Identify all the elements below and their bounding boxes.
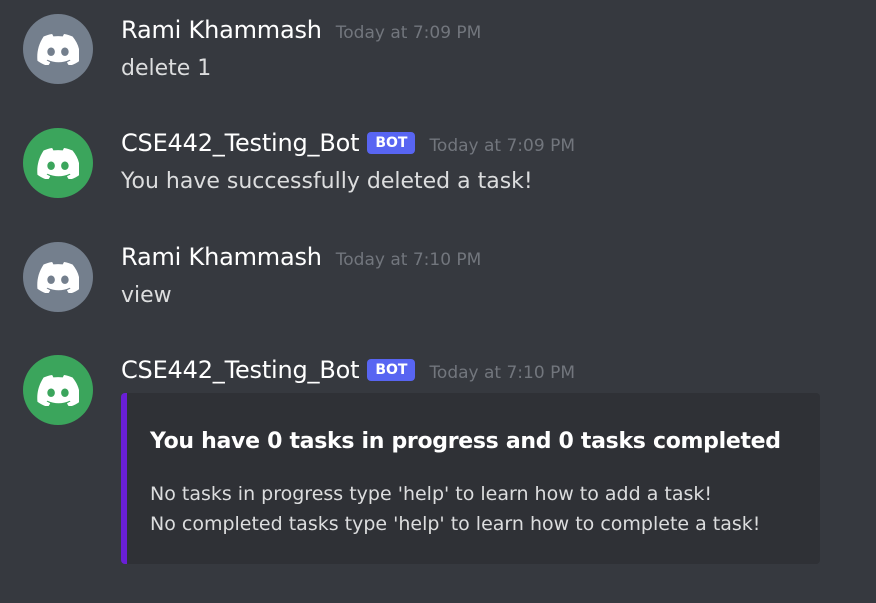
timestamp: Today at 7:09 PM [429,136,575,156]
discord-logo-icon [37,34,79,65]
message-header: CSE442_Testing_Bot BOT Today at 7:10 PM [121,356,575,385]
message-header: Rami Khammash Today at 7:10 PM [121,243,481,271]
discord-logo-icon [37,375,79,406]
embed-title: You have 0 tasks in progress and 0 tasks… [150,429,781,454]
avatar[interactable] [23,14,93,84]
message-header: Rami Khammash Today at 7:09 PM [121,16,481,44]
avatar[interactable] [23,355,93,425]
username[interactable]: CSE442_Testing_Bot [121,356,360,384]
message-header: CSE442_Testing_Bot BOT Today at 7:09 PM [121,129,575,158]
bot-badge: BOT [367,359,416,381]
username[interactable]: CSE442_Testing_Bot [121,129,360,157]
avatar[interactable] [23,242,93,312]
avatar[interactable] [23,128,93,198]
timestamp: Today at 7:10 PM [429,363,575,383]
discord-logo-icon [37,148,79,179]
message-text: delete 1 [121,56,212,81]
timestamp: Today at 7:10 PM [335,250,482,270]
timestamp: Today at 7:09 PM [335,23,482,43]
username[interactable]: Rami Khammash [121,16,322,44]
task-embed: You have 0 tasks in progress and 0 tasks… [121,393,820,564]
message-text: view [121,283,172,308]
embed-description: No tasks in progress type 'help' to lear… [150,479,760,539]
chat-messages: Rami Khammash Today at 7:09 PM delete 1 … [0,0,876,603]
embed-line: No completed tasks type 'help' to learn … [150,513,761,535]
message-text: You have successfully deleted a task! [121,169,533,194]
bot-badge: BOT [367,132,416,154]
username[interactable]: Rami Khammash [121,243,322,271]
discord-logo-icon [37,262,79,293]
embed-line: No tasks in progress type 'help' to lear… [150,483,713,505]
